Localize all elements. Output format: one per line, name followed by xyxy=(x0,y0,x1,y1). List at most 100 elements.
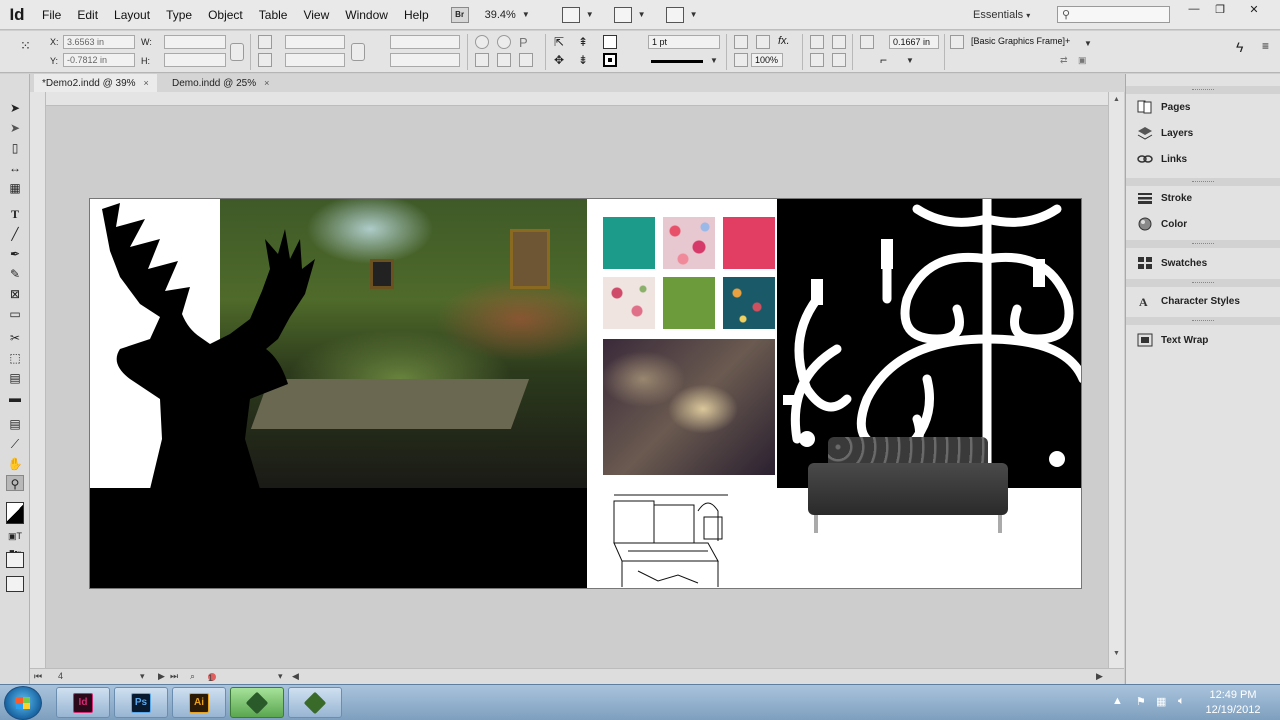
teal-swatch[interactable] xyxy=(603,217,655,269)
close-icon[interactable]: ✕ xyxy=(1243,3,1265,17)
offset-field[interactable]: 0.1667 in xyxy=(889,35,939,49)
chevron-down-icon[interactable]: ▼ xyxy=(710,56,718,65)
panel-text-wrap[interactable]: Text Wrap xyxy=(1126,327,1280,353)
panel-color[interactable]: Color xyxy=(1126,211,1280,237)
gradient-feather-tool-icon[interactable]: ▬ xyxy=(6,390,24,406)
formatting-affects-container-icon[interactable]: ▣T xyxy=(6,528,24,544)
rotate-ccw-icon[interactable] xyxy=(497,35,511,49)
taskbar-media-app[interactable] xyxy=(288,687,342,718)
floral-pattern-swatch[interactable] xyxy=(663,217,715,269)
panel-links[interactable]: Links xyxy=(1126,146,1280,172)
view-options-icon[interactable] xyxy=(561,6,580,23)
volume-icon[interactable]: 🔈︎ xyxy=(1178,695,1185,720)
align-center-icon[interactable] xyxy=(832,53,846,67)
width-field[interactable] xyxy=(164,35,226,49)
screen-mode-icon[interactable] xyxy=(6,576,24,592)
kitchen-sketch-drawing[interactable] xyxy=(608,491,738,589)
menu-file[interactable]: File xyxy=(34,0,69,30)
page-number-field[interactable]: 4 xyxy=(58,671,63,681)
pencil-tool-icon[interactable]: ✎ xyxy=(6,266,24,282)
workspace-switcher[interactable]: Essentials ▾ xyxy=(973,0,1030,30)
select-previous-icon[interactable]: ⇞ xyxy=(578,35,592,49)
start-button[interactable] xyxy=(4,686,42,720)
constrain-scale-icon[interactable] xyxy=(351,43,365,61)
tab-demo2[interactable]: *Demo2.indd @ 39% × xyxy=(34,74,157,92)
content-collector-tool-icon[interactable]: ▦ xyxy=(6,180,24,196)
fitting-icon[interactable] xyxy=(832,35,846,49)
chevron-down-icon[interactable]: ▾ xyxy=(278,671,283,682)
select-container-icon[interactable]: ⇱ xyxy=(554,35,568,49)
auto-fit-icon[interactable] xyxy=(860,35,874,49)
fill-swatch-icon[interactable] xyxy=(603,35,617,49)
clear-overrides-icon[interactable]: ⇄ xyxy=(1060,55,1074,69)
green-swatch[interactable] xyxy=(663,277,715,329)
pen-tool-icon[interactable]: ✒ xyxy=(6,246,24,262)
menu-layout[interactable]: Layout xyxy=(106,0,158,30)
taskbar-indesign[interactable]: Id xyxy=(56,687,110,718)
chevron-down-icon[interactable]: ▼ xyxy=(690,10,698,19)
panel-group-grip[interactable] xyxy=(1126,240,1280,248)
gradient-swatch-tool-icon[interactable]: ▤ xyxy=(6,370,24,386)
gap-tool-icon[interactable]: ↔ xyxy=(6,160,24,176)
panel-group-grip[interactable] xyxy=(1126,317,1280,325)
scroll-up-icon[interactable]: ▲ xyxy=(1113,96,1120,103)
line-tool-icon[interactable]: ╱ xyxy=(6,226,24,242)
network-icon[interactable]: ▦ xyxy=(1156,695,1166,720)
reference-point-icon[interactable]: ⁙ xyxy=(20,39,34,53)
pink-swatch[interactable] xyxy=(723,217,775,269)
taskbar-photoshop[interactable]: Ps xyxy=(114,687,168,718)
selection-tool-icon[interactable]: ➤ xyxy=(6,100,24,116)
panel-character-styles[interactable]: A Character Styles xyxy=(1126,288,1280,314)
horizontal-ruler[interactable] xyxy=(46,92,1108,106)
chevron-down-icon[interactable]: ▼ xyxy=(586,10,594,19)
constrain-proportions-icon[interactable] xyxy=(230,43,244,61)
scissors-tool-icon[interactable]: ✂ xyxy=(6,330,24,346)
panel-pages[interactable]: Pages xyxy=(1126,94,1280,120)
corner-shape-icon[interactable]: ⌐ xyxy=(880,53,894,67)
restore-icon[interactable]: ❐ xyxy=(1209,3,1231,17)
panel-layers[interactable]: Layers xyxy=(1126,120,1280,146)
scale-x-field[interactable] xyxy=(285,35,345,49)
flip-vertical-icon[interactable] xyxy=(497,53,511,67)
panel-group-grip[interactable] xyxy=(1126,279,1280,287)
taskbar-screen-recorder[interactable] xyxy=(230,687,284,718)
select-content-icon[interactable]: ✥ xyxy=(554,53,568,67)
rectangle-tool-icon[interactable]: ▭ xyxy=(6,306,24,322)
taskbar-illustrator[interactable]: Ai xyxy=(172,687,226,718)
eyedropper-tool-icon[interactable]: ⟋ xyxy=(6,436,24,452)
chevron-down-icon[interactable]: ▼ xyxy=(522,10,530,19)
scroll-right-icon[interactable]: ▶ xyxy=(1096,671,1103,682)
quick-apply-icon[interactable]: ▣ xyxy=(1078,55,1092,69)
chevron-down-icon[interactable]: ▼ xyxy=(1084,39,1092,48)
system-clock[interactable]: 12:49 PM 12/19/2012 xyxy=(1198,688,1268,718)
shear-field[interactable] xyxy=(390,53,460,67)
flower-bokeh-photo[interactable] xyxy=(603,339,775,475)
menu-object[interactable]: Object xyxy=(200,0,251,30)
bridge-button[interactable]: Br xyxy=(450,6,469,23)
effects-icon[interactable] xyxy=(756,35,770,49)
x-position-field[interactable]: 3.6563 in xyxy=(63,35,135,49)
scale-y-field[interactable] xyxy=(285,53,345,67)
opacity-field[interactable]: 100% xyxy=(751,53,783,67)
free-transform-tool-icon[interactable]: ⬚ xyxy=(6,350,24,366)
fx-icon[interactable]: fx. xyxy=(778,35,792,49)
stroke-type-preview[interactable] xyxy=(651,60,703,63)
menu-table[interactable]: Table xyxy=(251,0,296,30)
search-input[interactable]: ⚲ xyxy=(1057,6,1170,23)
panel-group-grip[interactable] xyxy=(1126,86,1280,94)
arrange-documents-icon[interactable] xyxy=(665,6,684,23)
stroke-swatch-icon[interactable] xyxy=(603,53,617,67)
panel-swatches[interactable]: Swatches xyxy=(1126,250,1280,276)
note-tool-icon[interactable]: ▤ xyxy=(6,416,24,432)
flip-both-icon[interactable] xyxy=(519,53,533,67)
fill-stroke-icon[interactable] xyxy=(6,502,24,524)
scroll-left-icon[interactable]: ◀ xyxy=(292,671,299,682)
chevron-down-icon[interactable]: ▼ xyxy=(906,56,914,65)
black-sofa-image[interactable] xyxy=(808,437,1008,533)
preflight-icon[interactable]: ⌕ xyxy=(190,671,195,682)
scroll-down-icon[interactable]: ▼ xyxy=(1113,650,1120,657)
last-page-icon[interactable]: ⏭ xyxy=(170,671,178,682)
first-page-icon[interactable]: ⏮ xyxy=(34,671,42,682)
object-style-select[interactable]: [Basic Graphics Frame]+ xyxy=(968,35,1094,49)
close-icon[interactable]: × xyxy=(144,78,149,88)
